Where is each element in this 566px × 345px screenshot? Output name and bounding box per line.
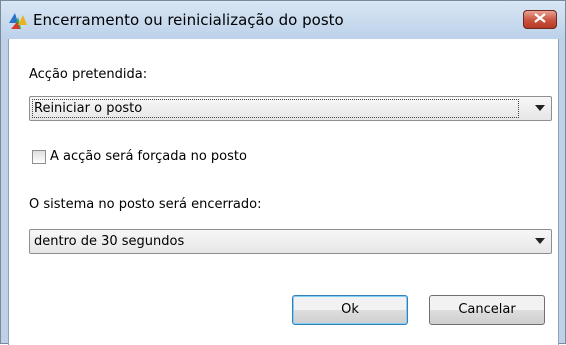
force-checkbox[interactable] <box>32 150 46 164</box>
dialog-content: Acção pretendida: Reiniciar o posto A ac… <box>8 39 559 345</box>
avg-logo-icon <box>9 13 27 29</box>
cancel-button[interactable]: Cancelar <box>429 295 545 325</box>
timing-label: O sistema no posto será encerrado: <box>29 197 262 212</box>
close-button[interactable] <box>523 10 557 29</box>
chevron-down-icon[interactable] <box>535 238 545 244</box>
chevron-down-icon[interactable] <box>535 105 545 111</box>
ok-button[interactable]: Ok <box>292 295 408 325</box>
action-dropdown-value: Reiniciar o posto <box>34 101 143 116</box>
force-checkbox-label[interactable]: A acção será forçada no posto <box>50 149 247 164</box>
timing-dropdown[interactable]: dentro de 30 segundos <box>29 229 552 254</box>
title-bar[interactable]: Encerramento ou reinicialização do posto <box>1 1 565 39</box>
timing-dropdown-value: dentro de 30 segundos <box>34 234 185 249</box>
dialog-window: Encerramento ou reinicialização do posto… <box>0 0 566 345</box>
window-title: Encerramento ou reinicialização do posto <box>33 11 344 29</box>
action-label: Acção pretendida: <box>29 67 148 82</box>
action-dropdown[interactable]: Reiniciar o posto <box>29 96 552 121</box>
close-x-icon <box>534 12 546 27</box>
